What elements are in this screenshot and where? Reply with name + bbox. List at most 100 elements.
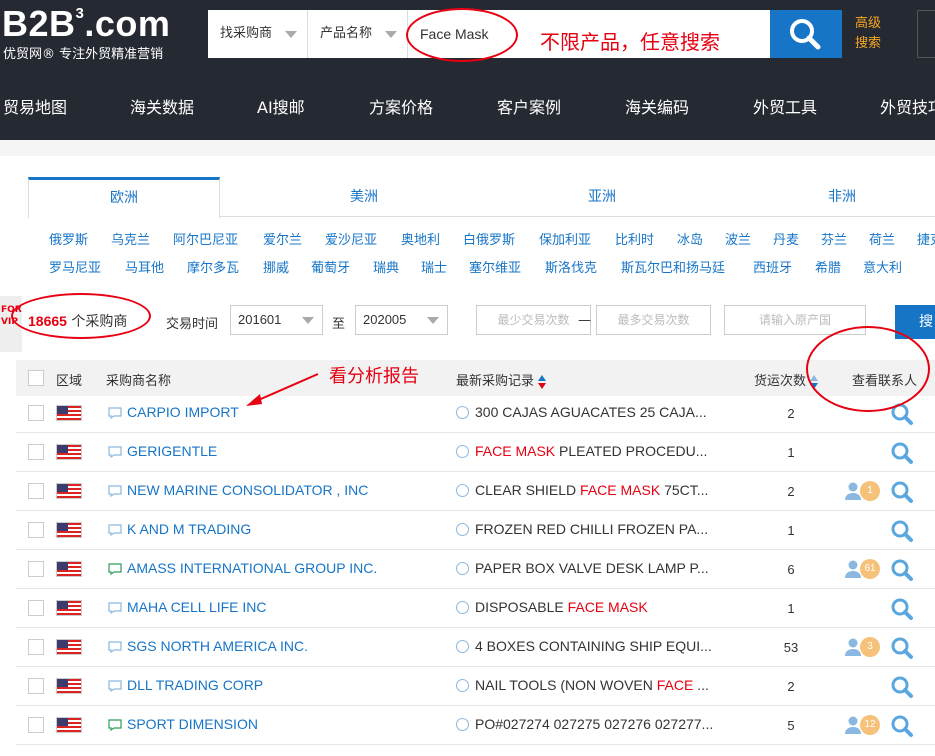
- site-logo[interactable]: B2B3.com: [2, 4, 170, 44]
- search-icon[interactable]: [890, 519, 914, 543]
- country-link[interactable]: 俄罗斯: [49, 229, 88, 248]
- country-link[interactable]: 白俄罗斯: [463, 229, 515, 248]
- contacts-indicator[interactable]: 1: [844, 479, 884, 503]
- advanced-search-link[interactable]: 高级 搜索: [855, 14, 881, 54]
- buyer-name-link[interactable]: NEW MARINE CONSOLIDATOR , INC: [127, 482, 368, 498]
- search-icon[interactable]: [890, 441, 914, 465]
- row-checkbox[interactable]: [28, 522, 44, 538]
- table-row[interactable]: SGS NORTH AMERICA INC. 4 BOXES CONTAINING…: [16, 628, 935, 667]
- country-link[interactable]: 希腊: [815, 257, 841, 276]
- search-icon[interactable]: [890, 480, 914, 504]
- buyer-name-link[interactable]: K AND M TRADING: [127, 521, 251, 537]
- buyer-name-link[interactable]: CARPIO IMPORT: [127, 404, 239, 420]
- chat-icon[interactable]: [108, 641, 122, 653]
- table-row[interactable]: K AND M TRADING FROZEN RED CHILLI FROZEN …: [16, 511, 935, 550]
- header-side-box[interactable]: [917, 10, 935, 58]
- buyer-name-link[interactable]: GERIGENTLE: [127, 443, 217, 459]
- nav-item-customs-data[interactable]: 海关数据: [130, 94, 194, 118]
- chat-icon[interactable]: [108, 563, 122, 575]
- nav-item-tips[interactable]: 外贸技巧: [880, 94, 935, 118]
- nav-item-trade-map[interactable]: 贸易地图: [3, 94, 67, 118]
- search-icon[interactable]: [890, 636, 914, 660]
- latest-record[interactable]: FACE MASK PLEATED PROCEDU...: [475, 443, 707, 459]
- chat-icon[interactable]: [108, 485, 122, 497]
- country-link[interactable]: 斯瓦尔巴和扬马廷: [621, 257, 725, 276]
- table-row[interactable]: AMASS INTERNATIONAL GROUP INC. PAPER BOX …: [16, 550, 935, 589]
- chat-icon[interactable]: [108, 719, 122, 731]
- table-row[interactable]: SPORT DIMENSION PO#027274 027275 027276 0…: [16, 706, 935, 745]
- latest-record[interactable]: 4 BOXES CONTAINING SHIP EQUI...: [475, 638, 712, 654]
- row-checkbox[interactable]: [28, 639, 44, 655]
- country-link[interactable]: 葡萄牙: [311, 257, 350, 276]
- chat-icon[interactable]: [108, 407, 122, 419]
- buyer-name-link[interactable]: AMASS INTERNATIONAL GROUP INC.: [127, 560, 377, 576]
- search-button[interactable]: [770, 10, 842, 58]
- latest-record[interactable]: DISPOSABLE FACE MASK: [475, 599, 648, 615]
- country-link[interactable]: 乌克兰: [111, 229, 150, 248]
- country-link[interactable]: 阿尔巴尼亚: [173, 229, 238, 248]
- country-link[interactable]: 芬兰: [821, 229, 847, 248]
- country-link[interactable]: 西班牙: [753, 257, 792, 276]
- contacts-indicator[interactable]: 12: [844, 713, 884, 737]
- row-checkbox[interactable]: [28, 561, 44, 577]
- search-field-select[interactable]: 产品名称: [308, 10, 408, 58]
- contacts-indicator[interactable]: 3: [844, 635, 884, 659]
- latest-record[interactable]: PAPER BOX VALVE DESK LAMP P...: [475, 560, 709, 576]
- min-trades-input[interactable]: 最少交易次数: [476, 305, 591, 335]
- country-link[interactable]: 爱尔兰: [263, 229, 302, 248]
- tab-americas[interactable]: 美洲: [268, 177, 460, 217]
- date-to-select[interactable]: 202005: [355, 305, 448, 335]
- country-link[interactable]: 奥地利: [401, 229, 440, 248]
- country-link[interactable]: 斯洛伐克: [545, 257, 597, 276]
- col-latest-record[interactable]: 最新采购记录: [456, 370, 547, 390]
- buyer-name-link[interactable]: SGS NORTH AMERICA INC.: [127, 638, 308, 654]
- table-row[interactable]: CARPIO IMPORT 300 CAJAS AGUACATES 25 CAJA…: [16, 394, 935, 433]
- nav-item-cases[interactable]: 客户案例: [497, 94, 561, 118]
- table-row[interactable]: DLL TRADING CORP NAIL TOOLS (NON WOVEN FA…: [16, 667, 935, 706]
- chat-icon[interactable]: [108, 524, 122, 536]
- search-type-select[interactable]: 找采购商: [208, 10, 308, 58]
- contacts-indicator[interactable]: 61: [844, 557, 884, 581]
- nav-item-tools[interactable]: 外贸工具: [753, 94, 817, 118]
- row-checkbox[interactable]: [28, 717, 44, 733]
- latest-record[interactable]: 300 CAJAS AGUACATES 25 CAJA...: [475, 404, 707, 420]
- row-checkbox[interactable]: [28, 444, 44, 460]
- country-link[interactable]: 爱沙尼亚: [325, 229, 377, 248]
- nav-item-ai-email[interactable]: AI搜邮: [257, 94, 305, 118]
- search-icon[interactable]: [890, 597, 914, 621]
- country-link[interactable]: 挪威: [263, 257, 289, 276]
- chat-icon[interactable]: [108, 680, 122, 692]
- date-from-select[interactable]: 201601: [230, 305, 323, 335]
- table-row[interactable]: GERIGENTLE FACE MASK PLEATED PROCEDU... 1: [16, 433, 935, 472]
- buyer-name-link[interactable]: SPORT DIMENSION: [127, 716, 258, 732]
- buyer-name-link[interactable]: MAHA CELL LIFE INC: [127, 599, 267, 615]
- country-link[interactable]: 瑞典: [373, 257, 399, 276]
- nav-item-hs-code[interactable]: 海关编码: [625, 94, 689, 118]
- row-checkbox[interactable]: [28, 600, 44, 616]
- country-link[interactable]: 荷兰: [869, 229, 895, 248]
- tab-europe[interactable]: 欧洲: [28, 177, 220, 218]
- row-checkbox[interactable]: [28, 483, 44, 499]
- search-icon[interactable]: [890, 714, 914, 738]
- tab-africa[interactable]: 非洲: [746, 177, 935, 217]
- latest-record[interactable]: PO#027274 027275 027276 027277...: [475, 716, 713, 732]
- country-link[interactable]: 波兰: [725, 229, 751, 248]
- country-link[interactable]: 罗马尼亚: [49, 257, 101, 276]
- nav-item-pricing[interactable]: 方案价格: [369, 94, 433, 118]
- country-link[interactable]: 捷克: [917, 229, 935, 248]
- sort-icon[interactable]: [537, 374, 547, 390]
- latest-record[interactable]: FROZEN RED CHILLI FROZEN PA...: [475, 521, 708, 537]
- country-link[interactable]: 保加利亚: [539, 229, 591, 248]
- country-link[interactable]: 丹麦: [773, 229, 799, 248]
- search-icon[interactable]: [890, 558, 914, 582]
- row-checkbox[interactable]: [28, 405, 44, 421]
- country-link[interactable]: 比利时: [615, 229, 654, 248]
- chat-icon[interactable]: [108, 446, 122, 458]
- table-row[interactable]: NEW MARINE CONSOLIDATOR , INC CLEAR SHIEL…: [16, 472, 935, 511]
- country-link[interactable]: 瑞士: [421, 257, 447, 276]
- search-icon[interactable]: [890, 675, 914, 699]
- row-checkbox[interactable]: [28, 678, 44, 694]
- latest-record[interactable]: CLEAR SHIELD FACE MASK 75CT...: [475, 482, 708, 498]
- country-link[interactable]: 马耳他: [125, 257, 164, 276]
- buyer-name-link[interactable]: DLL TRADING CORP: [127, 677, 263, 693]
